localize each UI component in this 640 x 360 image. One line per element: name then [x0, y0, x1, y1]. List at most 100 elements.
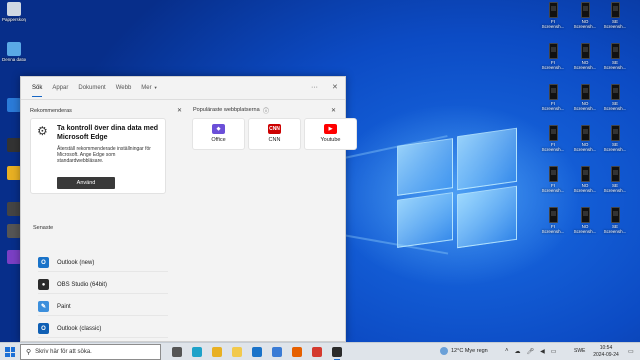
clock[interactable]: 10:54 2024-09-24: [590, 345, 622, 358]
store-icon[interactable]: [272, 347, 282, 357]
recent-item[interactable]: ✎ Paint: [38, 298, 168, 316]
rain-icon: [440, 347, 448, 355]
taskbar-search-input[interactable]: ⚲ Skriv här för att söka.: [20, 344, 161, 360]
image-file-icon: [580, 125, 590, 141]
apply-button[interactable]: Använd: [57, 177, 115, 189]
microphone-icon[interactable]: 🎤︎: [527, 348, 535, 355]
computer-icon: [7, 42, 21, 56]
edge-icon[interactable]: [192, 347, 202, 357]
office-icon: ◆: [212, 124, 225, 134]
file-label-bottom: Screensh...: [603, 188, 627, 193]
start-button[interactable]: [5, 347, 15, 357]
info-icon[interactable]: ⓘ: [263, 106, 269, 115]
screenshot-file-icon[interactable]: NO Screensh...: [570, 43, 600, 70]
recent-item-label: OBS Studio (64bit): [57, 281, 108, 288]
network-icon[interactable]: ▭: [551, 348, 557, 355]
image-file-icon: [548, 84, 558, 100]
tab-4[interactable]: Mer ▼: [136, 83, 162, 95]
screenshot-file-icon[interactable]: FI Screensh...: [538, 207, 568, 234]
outlook-classic-icon: O: [38, 323, 49, 334]
recommended-close-button[interactable]: ✕: [177, 107, 182, 114]
recent-item[interactable]: O Outlook (classic): [38, 320, 168, 338]
panel-close-button[interactable]: ✕: [332, 83, 338, 91]
screenshot-file-icon[interactable]: NO Screensh...: [570, 207, 600, 234]
screenshot-file-icon[interactable]: FI Screensh...: [538, 84, 568, 111]
weather-text: 12°C Mye regn: [451, 348, 488, 354]
screenshot-file-icon[interactable]: SE Screensh...: [600, 207, 630, 234]
desktop-icon-label: Papperskorgen: [2, 17, 26, 22]
gear-icon: ⚙: [37, 124, 48, 138]
chevron-down-icon: ▼: [153, 85, 158, 90]
screenshot-file-icon[interactable]: NO Screensh...: [570, 2, 600, 29]
tab-label: Webb: [115, 85, 132, 91]
tab-label: Mer: [141, 85, 152, 91]
chrome-icon[interactable]: [212, 347, 222, 357]
image-file-icon: [610, 84, 620, 100]
screenshot-file-icon[interactable]: NO Screensh...: [570, 84, 600, 111]
weather-widget[interactable]: 12°C Mye regn: [440, 347, 488, 355]
image-file-icon: [610, 207, 620, 223]
file-label-bottom: Screensh...: [603, 65, 627, 70]
file-label-bottom: Screensh...: [603, 106, 627, 111]
obs-icon[interactable]: [332, 347, 342, 360]
screenshot-file-icon[interactable]: FI Screensh...: [538, 43, 568, 70]
top-sites-title: Populäraste webbplatserna: [193, 107, 260, 113]
app-icon: [7, 202, 21, 216]
screenshot-file-icon[interactable]: SE Screensh...: [600, 166, 630, 193]
recommended-title: Rekommenderas: [30, 108, 72, 114]
screenshot-file-icon[interactable]: SE Screensh...: [600, 125, 630, 152]
volume-icon[interactable]: ◀︎: [540, 348, 545, 355]
image-file-icon: [548, 207, 558, 223]
screenshot-file-icon[interactable]: FI Screensh...: [538, 2, 568, 29]
taskbar: ⚲ Skriv här för att söka. 12°C Mye regn …: [0, 342, 640, 360]
file-label-bottom: Screensh...: [573, 65, 597, 70]
tab-label: Dokument: [78, 85, 106, 91]
recent-item[interactable]: O Outlook (new): [38, 254, 168, 272]
screenshot-file-icon[interactable]: FI Screensh...: [538, 125, 568, 152]
desktop-icon[interactable]: Denna dator: [2, 42, 26, 62]
recent-item[interactable]: ● OBS Studio (64bit): [38, 276, 168, 294]
image-file-icon: [548, 2, 558, 18]
recent-item-label: Outlook (new): [57, 259, 95, 266]
recent-title: Senaste: [33, 225, 54, 231]
image-file-icon: [548, 125, 558, 141]
firefox-icon[interactable]: [292, 347, 302, 357]
notification-icon[interactable]: ▭: [628, 348, 634, 355]
desktop-icon[interactable]: Papperskorgen: [2, 2, 26, 22]
divider: [21, 99, 345, 100]
top-site-tile[interactable]: ▶ Youtube: [304, 118, 357, 150]
screenshot-file-icon[interactable]: NO Screensh...: [570, 125, 600, 152]
chevron-up-icon[interactable]: ˄: [505, 348, 509, 355]
language-indicator[interactable]: SWE: [574, 348, 585, 354]
system-tray: ˄ ☁ 🎤︎ ◀︎ ▭: [505, 348, 556, 355]
screenshot-file-icon[interactable]: NO Screensh...: [570, 166, 600, 193]
screenshot-file-icon[interactable]: SE Screensh...: [600, 43, 630, 70]
tab-0[interactable]: Sök: [27, 83, 47, 97]
screenshot-file-icon[interactable]: SE Screensh...: [600, 2, 630, 29]
file-label-bottom: Screensh...: [573, 106, 597, 111]
tab-3[interactable]: Webb: [111, 83, 137, 95]
app-icon[interactable]: [312, 347, 322, 357]
mail-icon[interactable]: [252, 347, 262, 357]
tab-label: Appar: [52, 85, 69, 91]
file-explorer-icon[interactable]: [232, 347, 242, 357]
image-file-icon: [548, 166, 558, 182]
outlook-new-icon: O: [38, 257, 49, 268]
screenshot-file-icon[interactable]: FI Screensh...: [538, 166, 568, 193]
image-file-icon: [610, 125, 620, 141]
more-options-button[interactable]: ···: [311, 84, 318, 91]
top-site-label: Youtube: [320, 137, 341, 143]
top-site-tile[interactable]: CNN CNN: [248, 118, 301, 150]
file-label-bottom: Screensh...: [541, 188, 565, 193]
top-site-tile[interactable]: ◆ Office: [192, 118, 245, 150]
tab-2[interactable]: Dokument: [73, 83, 110, 95]
app-icon: [7, 98, 21, 112]
visual-studio-icon: [7, 250, 21, 264]
screenshot-file-icon[interactable]: SE Screensh...: [600, 84, 630, 111]
recent-item-label: Outlook (classic): [57, 325, 102, 332]
top-sites-close-button[interactable]: ✕: [331, 107, 336, 114]
onedrive-icon[interactable]: ☁: [515, 348, 521, 355]
tab-1[interactable]: Appar: [47, 83, 73, 95]
image-file-icon: [580, 166, 590, 182]
task-view-icon[interactable]: [172, 347, 182, 357]
